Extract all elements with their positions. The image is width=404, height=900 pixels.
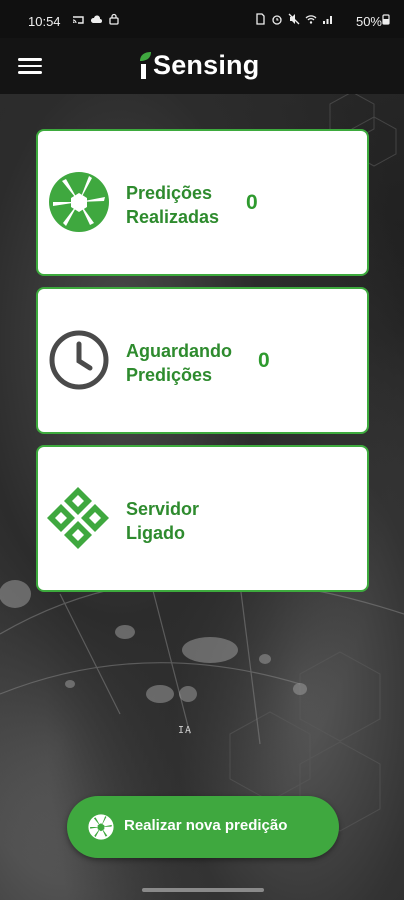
battery-percentage: 50% [355, 14, 382, 29]
card-count: 0 [246, 191, 258, 214]
hamburger-menu-icon[interactable] [18, 54, 42, 76]
card-label: Servidor Ligado [126, 497, 246, 545]
camera-shutter-icon [88, 814, 114, 840]
status-left-icons [72, 13, 120, 25]
status-bar: 10:54 50% [0, 0, 404, 38]
sim-icon [256, 13, 265, 25]
alarm-icon [272, 15, 282, 25]
card-label-line1: Servidor [126, 499, 200, 519]
app-logo: Sensing [138, 50, 259, 81]
app-brand-name: Sensing [153, 50, 260, 80]
card-label-line2: Predições [126, 365, 213, 385]
camera-shutter-icon [49, 172, 109, 232]
card-label-line2: Realizadas [126, 207, 220, 227]
clock-icon [49, 330, 109, 390]
new-prediction-button[interactable]: Realizar nova predição [67, 796, 339, 858]
card-label-line1: Aguardando [126, 341, 232, 361]
card-predictions-done[interactable]: Predições Realizadas 0 [36, 129, 369, 276]
gesture-nav-handle[interactable] [142, 888, 264, 892]
card-count: 0 [258, 349, 270, 372]
cloud-icon [90, 15, 102, 23]
server-diamond-icon [47, 487, 109, 549]
card-label: Aguardando Predições [126, 339, 246, 387]
background-ia-text: IA [178, 725, 193, 736]
leaf-i-icon [140, 52, 151, 79]
signal-icon [323, 16, 332, 24]
lock-icon [109, 13, 119, 25]
card-label-line2: Ligado [126, 523, 185, 543]
cast-icon [72, 16, 84, 24]
status-right-icons [254, 13, 390, 25]
app-bar: Sensing [0, 38, 404, 94]
wifi-icon [305, 15, 317, 24]
card-server-status[interactable]: Servidor Ligado [36, 445, 369, 592]
mute-icon [288, 13, 300, 25]
card-label-line1: Predições [126, 183, 213, 203]
status-time: 10:54 [28, 14, 61, 29]
new-prediction-label: Realizar nova predição [124, 817, 288, 834]
card-awaiting-predictions[interactable]: Aguardando Predições 0 [36, 287, 369, 434]
card-label: Predições Realizadas [126, 181, 246, 229]
